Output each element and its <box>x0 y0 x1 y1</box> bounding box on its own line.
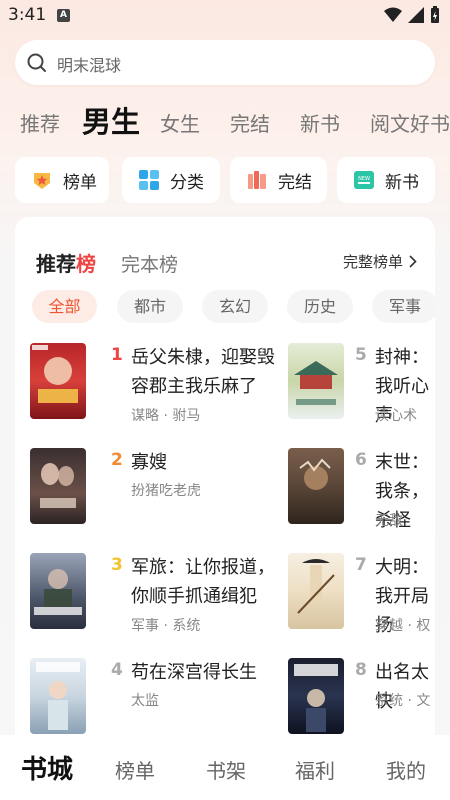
cover-art <box>294 361 338 405</box>
book-rank: 5 <box>355 345 367 365</box>
cover-art <box>36 662 80 730</box>
cover-art <box>32 345 78 403</box>
genre-chip-city[interactable]: 都市 <box>117 290 183 323</box>
status-bar: 3:41 A <box>0 0 450 32</box>
book-item[interactable]: 6 末世：我条，杀怪 无敌 <box>288 448 435 538</box>
tab-male[interactable]: 男生 <box>82 99 140 141</box>
genre-chip-all[interactable]: 全部 <box>32 290 97 323</box>
book-tags: 军事 · 系统 <box>131 618 201 634</box>
nav-bookshelf[interactable]: 书架 <box>206 755 246 784</box>
quick-entry-new[interactable]: NEW 新书 <box>337 157 435 203</box>
quick-entries: 榜单 分类 完结 NEW 新书 <box>15 157 450 203</box>
quick-entry-label: 分类 <box>170 172 204 193</box>
wifi-icon <box>384 7 402 22</box>
full-rank-link[interactable]: 完整榜单 <box>343 251 417 272</box>
cover-art <box>40 463 76 508</box>
quick-entry-label: 榜单 <box>63 172 97 193</box>
book-item[interactable]: 2 寡嫂 扮猪吃老虎 <box>30 448 280 538</box>
notification-icon: A <box>57 9 70 22</box>
status-time: 3:41 <box>8 5 47 25</box>
tab-female[interactable]: 女生 <box>160 108 200 137</box>
trophy-icon <box>34 173 50 189</box>
book-title: 岳父朱棣，迎娶毁容郡主我乐麻了 <box>131 347 275 397</box>
book-cover <box>30 658 86 734</box>
quick-entry-finished[interactable]: 完结 <box>230 157 327 203</box>
book-title: 寡嫂 <box>131 452 167 473</box>
book-cover <box>288 553 344 629</box>
book-rank: 8 <box>355 660 367 680</box>
genre-chip-fantasy[interactable]: 玄幻 <box>202 290 268 323</box>
tab-recommend[interactable]: 推荐 <box>20 108 60 137</box>
battery-icon <box>431 6 439 23</box>
book-rank: 7 <box>355 555 367 575</box>
book-cover <box>30 343 86 419</box>
book-cover <box>288 448 344 524</box>
quick-entry-category[interactable]: 分类 <box>122 157 220 203</box>
book-tags: 无敌 <box>375 513 403 529</box>
books-icon <box>248 171 266 189</box>
new-icon: NEW <box>354 171 374 189</box>
book-tags: 太监 <box>131 693 159 709</box>
tab-finished-rank[interactable]: 完本榜 <box>121 250 178 277</box>
book-rank: 2 <box>111 450 123 470</box>
tab-recommend-rank-label: 推荐 <box>36 252 76 276</box>
book-tags: 系统 · 文 <box>375 693 431 709</box>
nav-bookstore[interactable]: 书城 <box>21 749 73 786</box>
tab-finished[interactable]: 完结 <box>230 108 270 137</box>
nav-mine[interactable]: 我的 <box>386 755 426 784</box>
book-tags: 扮猪吃老虎 <box>131 483 201 499</box>
svg-text:NEW: NEW <box>358 176 370 182</box>
genre-chip-military[interactable]: 军事 <box>372 290 435 323</box>
book-cover <box>288 343 344 419</box>
genre-chip-history[interactable]: 历史 <box>287 290 353 323</box>
tab-yuewen-good[interactable]: 阅文好书 <box>370 108 450 137</box>
book-item[interactable]: 5 封神：我听心声 读心术 <box>288 343 435 433</box>
cover-art <box>34 569 82 615</box>
nav-welfare[interactable]: 福利 <box>295 755 335 784</box>
book-rank: 1 <box>111 345 123 365</box>
nav-rank[interactable]: 榜单 <box>115 755 155 784</box>
book-item[interactable]: 7 大明：我开局扬 穿越 · 权 <box>288 553 435 643</box>
status-icons <box>384 6 440 24</box>
tab-new[interactable]: 新书 <box>300 108 340 137</box>
book-rank: 4 <box>111 660 123 680</box>
search-placeholder: 明末混球 <box>57 56 122 75</box>
cover-art <box>299 458 331 490</box>
book-cover <box>288 658 344 734</box>
bottom-nav: 书城 榜单 书架 福利 我的 <box>0 735 450 800</box>
book-tags: 读心术 <box>375 408 417 424</box>
quick-entry-label: 新书 <box>385 172 419 193</box>
quick-entry-label: 完结 <box>278 172 312 193</box>
tab-recommend-rank-accent: 榜 <box>76 252 96 276</box>
tab-recommend-rank[interactable]: 推荐榜 <box>36 248 96 277</box>
channel-tabs: 推荐 男生 女生 完结 新书 阅文好书 <box>0 98 450 142</box>
rank-card: 推荐榜 完本榜 完整榜单 全部 都市 玄幻 历史 军事 1 岳父朱棣，迎娶毁容郡… <box>15 217 435 757</box>
book-cover <box>30 553 86 629</box>
quick-entry-rank[interactable]: 榜单 <box>15 157 109 203</box>
search-bar[interactable]: 明末混球 <box>15 40 435 85</box>
signal-icon <box>408 7 424 23</box>
book-rank: 3 <box>111 555 123 575</box>
book-rank: 6 <box>355 450 367 470</box>
book-cover <box>30 448 86 524</box>
search-icon <box>27 53 46 72</box>
cover-art <box>294 664 338 732</box>
chevron-right-icon <box>409 255 417 268</box>
grid-icon <box>139 170 159 190</box>
book-title: 苟在深宫得长生 <box>131 662 257 683</box>
cover-art <box>297 559 335 614</box>
book-title: 军旅：让你报道，你顺手抓通缉犯 <box>131 557 275 607</box>
book-tags: 穿越 · 权 <box>375 618 431 634</box>
book-tags: 谋略 · 驸马 <box>131 408 201 424</box>
full-rank-label: 完整榜单 <box>342 253 403 271</box>
book-item[interactable]: 3 军旅：让你报道，你顺手抓通缉犯 军事 · 系统 <box>30 553 280 643</box>
book-item[interactable]: 1 岳父朱棣，迎娶毁容郡主我乐麻了 谋略 · 驸马 <box>30 343 280 433</box>
